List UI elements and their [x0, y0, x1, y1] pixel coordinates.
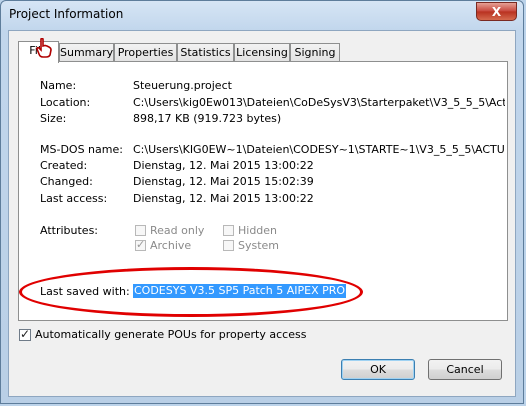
changed-value: Dienstag, 12. Mai 2015 15:02:39	[133, 175, 314, 188]
window-title: Project Information	[9, 7, 124, 21]
tab-label: Statistics	[180, 46, 231, 59]
msdos-name-label: MS-DOS name:	[40, 143, 123, 156]
tab-properties[interactable]: Properties	[114, 43, 177, 61]
hidden-label: Hidden	[238, 224, 278, 237]
location-value: C:\Users\kig0Ew013\Dateien\CoDeSysV3\Sta…	[133, 96, 505, 109]
name-value: Steuerung.project	[133, 79, 232, 92]
attributes-label: Attributes:	[40, 224, 99, 237]
size-label: Size:	[40, 112, 67, 125]
auto-generate-pou-checkbox[interactable]	[19, 327, 31, 341]
ok-button[interactable]: OK	[341, 359, 415, 380]
tab-statistics[interactable]: Statistics	[177, 43, 234, 61]
archive-label: Archive	[150, 239, 192, 252]
close-button[interactable]: X	[476, 2, 517, 21]
tab-label: Signing	[294, 46, 336, 59]
cancel-button[interactable]: Cancel	[428, 359, 502, 380]
tab-summary[interactable]: Summary	[59, 43, 114, 61]
msdos-name-value: C:\Users\KIG0EW~1\Dateien\CODESY~1\START…	[133, 143, 505, 156]
auto-generate-pou-label: Automatically generate POUs for property…	[35, 328, 307, 341]
name-label: Name:	[40, 79, 77, 92]
tab-label: Properties	[117, 46, 174, 59]
tab-label: Licensing	[236, 46, 288, 59]
hand-pointer-cursor-icon	[36, 38, 52, 58]
tab-signing[interactable]: Signing	[290, 43, 340, 61]
close-icon: X	[491, 4, 502, 19]
created-value: Dienstag, 12. Mai 2015 13:00:22	[133, 159, 314, 172]
size-value: 898,17 KB (919.723 bytes)	[133, 112, 282, 125]
project-information-dialog: Project Information X File Summary Prope…	[0, 0, 524, 404]
red-annotation-ellipse	[19, 267, 363, 317]
archive-checkbox[interactable]	[135, 238, 146, 251]
hidden-checkbox[interactable]	[223, 225, 234, 236]
read-only-label: Read only	[150, 224, 205, 237]
last-access-label: Last access:	[40, 192, 108, 205]
system-label: System	[238, 239, 280, 252]
tab-licensing[interactable]: Licensing	[234, 43, 290, 61]
last-access-value: Dienstag, 12. Mai 2015 13:00:22	[133, 192, 314, 205]
tab-label: Summary	[60, 46, 114, 59]
file-tab-panel: Name: Steuerung.project Location: C:\Use…	[18, 61, 508, 321]
changed-label: Changed:	[40, 175, 93, 188]
read-only-checkbox[interactable]	[135, 225, 146, 236]
system-checkbox[interactable]	[223, 240, 234, 251]
created-label: Created:	[40, 159, 88, 172]
location-label: Location:	[40, 96, 91, 109]
dialog-client-area: File Summary Properties Statistics Licen…	[8, 30, 516, 397]
